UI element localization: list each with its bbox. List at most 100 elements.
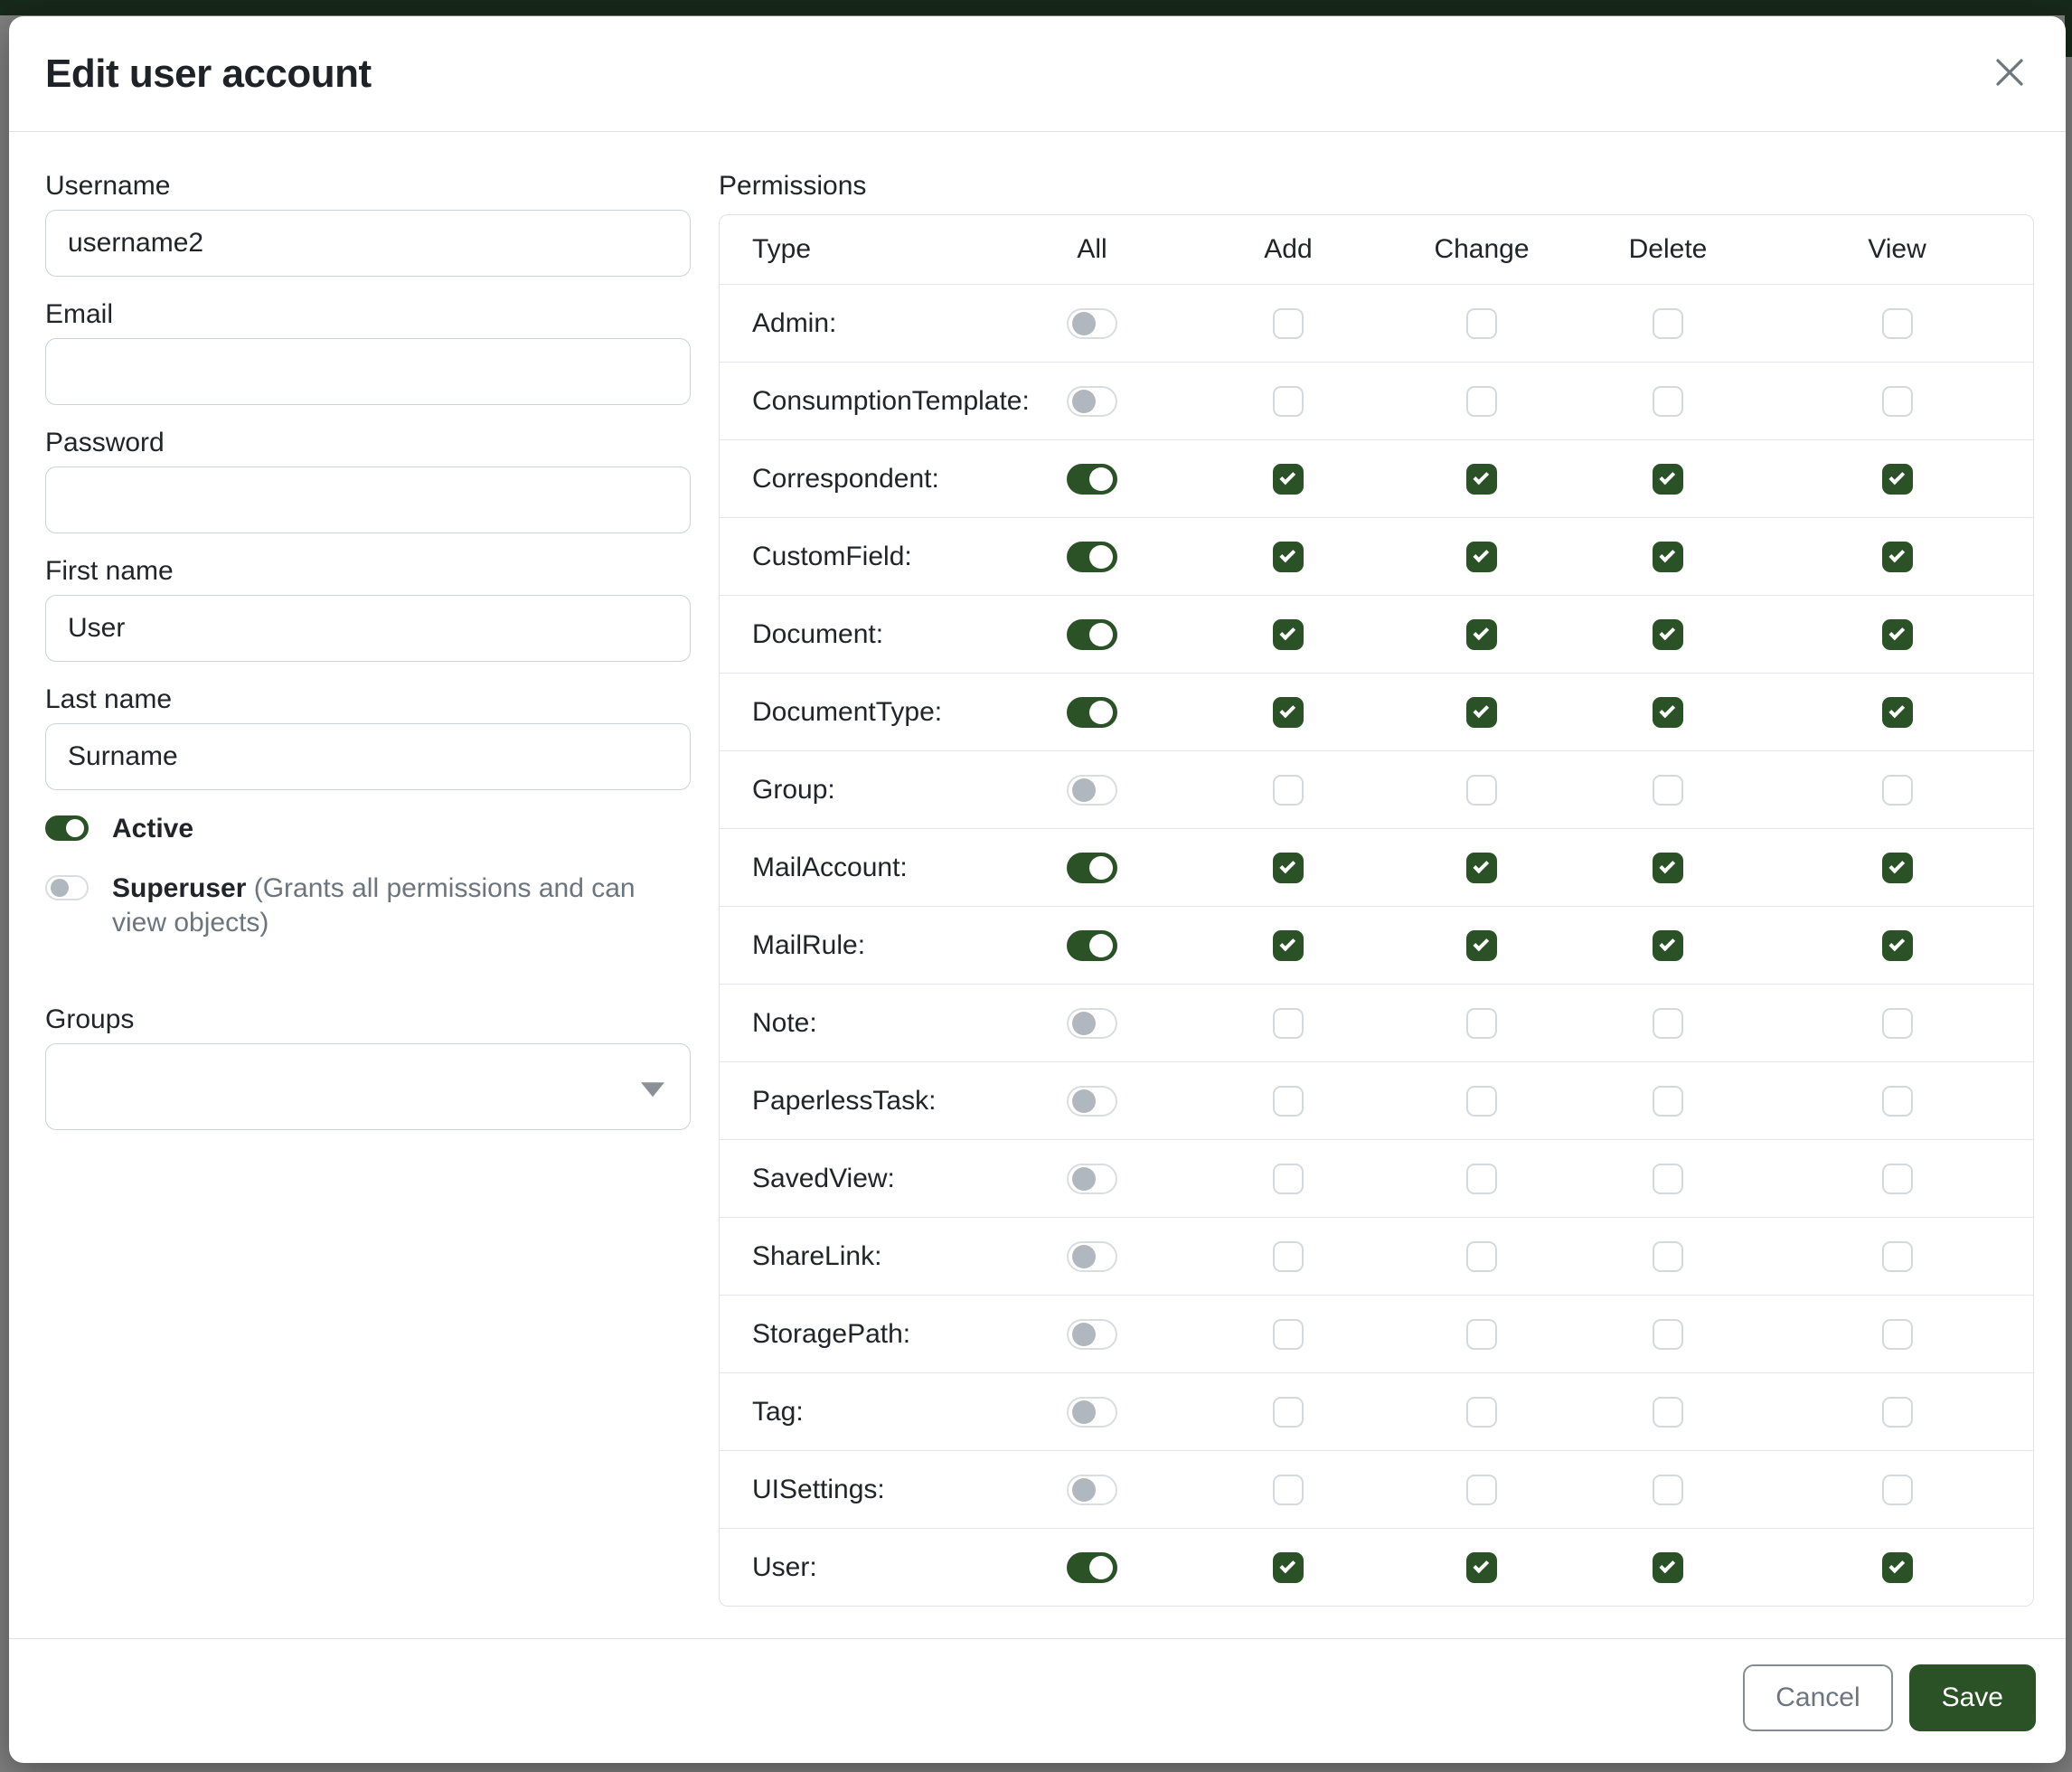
add-checkbox[interactable]: [1273, 1164, 1304, 1194]
delete-checkbox[interactable]: [1653, 464, 1683, 495]
delete-checkbox[interactable]: [1653, 697, 1683, 728]
add-checkbox[interactable]: [1273, 697, 1304, 728]
change-checkbox[interactable]: [1466, 1397, 1497, 1428]
all-toggle[interactable]: [1067, 853, 1117, 883]
add-checkbox[interactable]: [1273, 930, 1304, 961]
change-checkbox[interactable]: [1466, 464, 1497, 495]
add-checkbox[interactable]: [1273, 619, 1304, 650]
view-checkbox[interactable]: [1882, 1086, 1913, 1117]
delete-checkbox[interactable]: [1653, 1086, 1683, 1117]
app-navbar-behind-modal-edge: [2065, 0, 2072, 57]
view-checkbox[interactable]: [1882, 308, 1913, 339]
view-checkbox[interactable]: [1882, 619, 1913, 650]
add-checkbox[interactable]: [1273, 1319, 1304, 1350]
permission-row: ShareLink:: [720, 1217, 2033, 1295]
last-name-input[interactable]: [45, 723, 691, 790]
delete-checkbox[interactable]: [1653, 542, 1683, 572]
all-toggle[interactable]: [1067, 464, 1117, 495]
view-checkbox[interactable]: [1882, 1008, 1913, 1039]
all-toggle[interactable]: [1067, 1552, 1117, 1583]
delete-checkbox[interactable]: [1653, 930, 1683, 961]
all-toggle[interactable]: [1067, 930, 1117, 961]
change-checkbox[interactable]: [1466, 619, 1497, 650]
delete-checkbox[interactable]: [1653, 1164, 1683, 1194]
change-checkbox[interactable]: [1466, 1164, 1497, 1194]
add-checkbox[interactable]: [1273, 542, 1304, 572]
change-checkbox[interactable]: [1466, 853, 1497, 883]
all-toggle[interactable]: [1067, 1241, 1117, 1272]
all-toggle[interactable]: [1067, 1319, 1117, 1350]
change-checkbox[interactable]: [1466, 1008, 1497, 1039]
view-checkbox[interactable]: [1882, 1475, 1913, 1505]
all-toggle[interactable]: [1067, 1475, 1117, 1505]
view-checkbox[interactable]: [1882, 1552, 1913, 1583]
all-toggle[interactable]: [1067, 386, 1117, 417]
change-checkbox[interactable]: [1466, 1475, 1497, 1505]
add-checkbox[interactable]: [1273, 1086, 1304, 1117]
change-checkbox[interactable]: [1466, 1552, 1497, 1583]
toggle-knob: [1072, 1245, 1096, 1268]
all-toggle[interactable]: [1067, 308, 1117, 339]
cancel-button[interactable]: Cancel: [1743, 1664, 1892, 1731]
change-checkbox[interactable]: [1466, 542, 1497, 572]
change-checkbox[interactable]: [1466, 1319, 1497, 1350]
delete-checkbox[interactable]: [1653, 1008, 1683, 1039]
delete-checkbox[interactable]: [1653, 1397, 1683, 1428]
view-checkbox[interactable]: [1882, 464, 1913, 495]
view-checkbox[interactable]: [1882, 542, 1913, 572]
view-checkbox[interactable]: [1882, 1397, 1913, 1428]
all-toggle[interactable]: [1067, 775, 1117, 806]
delete-checkbox[interactable]: [1653, 853, 1683, 883]
groups-select[interactable]: [45, 1043, 691, 1130]
change-checkbox[interactable]: [1466, 1241, 1497, 1272]
save-button[interactable]: Save: [1909, 1664, 2036, 1731]
add-checkbox[interactable]: [1273, 1475, 1304, 1505]
delete-checkbox[interactable]: [1653, 1319, 1683, 1350]
change-checkbox[interactable]: [1466, 775, 1497, 806]
view-checkbox[interactable]: [1882, 386, 1913, 417]
add-checkbox[interactable]: [1273, 386, 1304, 417]
add-checkbox[interactable]: [1273, 1552, 1304, 1583]
username-input[interactable]: [45, 210, 691, 277]
close-button[interactable]: [1988, 52, 2031, 96]
add-checkbox[interactable]: [1273, 853, 1304, 883]
superuser-toggle[interactable]: [45, 875, 89, 900]
add-checkbox[interactable]: [1273, 1241, 1304, 1272]
add-checkbox[interactable]: [1273, 1397, 1304, 1428]
all-toggle[interactable]: [1067, 697, 1117, 728]
delete-checkbox[interactable]: [1653, 1552, 1683, 1583]
view-checkbox[interactable]: [1882, 775, 1913, 806]
change-checkbox[interactable]: [1466, 308, 1497, 339]
add-checkbox[interactable]: [1273, 1008, 1304, 1039]
password-input[interactable]: [45, 467, 691, 533]
delete-checkbox[interactable]: [1653, 775, 1683, 806]
add-checkbox[interactable]: [1273, 775, 1304, 806]
view-checkbox[interactable]: [1882, 1319, 1913, 1350]
all-toggle[interactable]: [1067, 1397, 1117, 1428]
all-toggle[interactable]: [1067, 542, 1117, 572]
view-checkbox[interactable]: [1882, 1241, 1913, 1272]
change-checkbox[interactable]: [1466, 930, 1497, 961]
email-input[interactable]: [45, 338, 691, 405]
all-toggle[interactable]: [1067, 619, 1117, 650]
first-name-input[interactable]: [45, 595, 691, 662]
delete-checkbox[interactable]: [1653, 1241, 1683, 1272]
delete-checkbox[interactable]: [1653, 308, 1683, 339]
change-checkbox[interactable]: [1466, 697, 1497, 728]
delete-checkbox[interactable]: [1653, 1475, 1683, 1505]
all-toggle[interactable]: [1067, 1008, 1117, 1039]
all-toggle[interactable]: [1067, 1086, 1117, 1117]
permission-row: CustomField:: [720, 517, 2033, 595]
view-checkbox[interactable]: [1882, 1164, 1913, 1194]
change-checkbox[interactable]: [1466, 386, 1497, 417]
active-toggle[interactable]: [45, 815, 89, 841]
view-checkbox[interactable]: [1882, 697, 1913, 728]
change-checkbox[interactable]: [1466, 1086, 1497, 1117]
view-checkbox[interactable]: [1882, 853, 1913, 883]
all-toggle[interactable]: [1067, 1164, 1117, 1194]
add-checkbox[interactable]: [1273, 464, 1304, 495]
add-checkbox[interactable]: [1273, 308, 1304, 339]
delete-checkbox[interactable]: [1653, 619, 1683, 650]
view-checkbox[interactable]: [1882, 930, 1913, 961]
delete-checkbox[interactable]: [1653, 386, 1683, 417]
